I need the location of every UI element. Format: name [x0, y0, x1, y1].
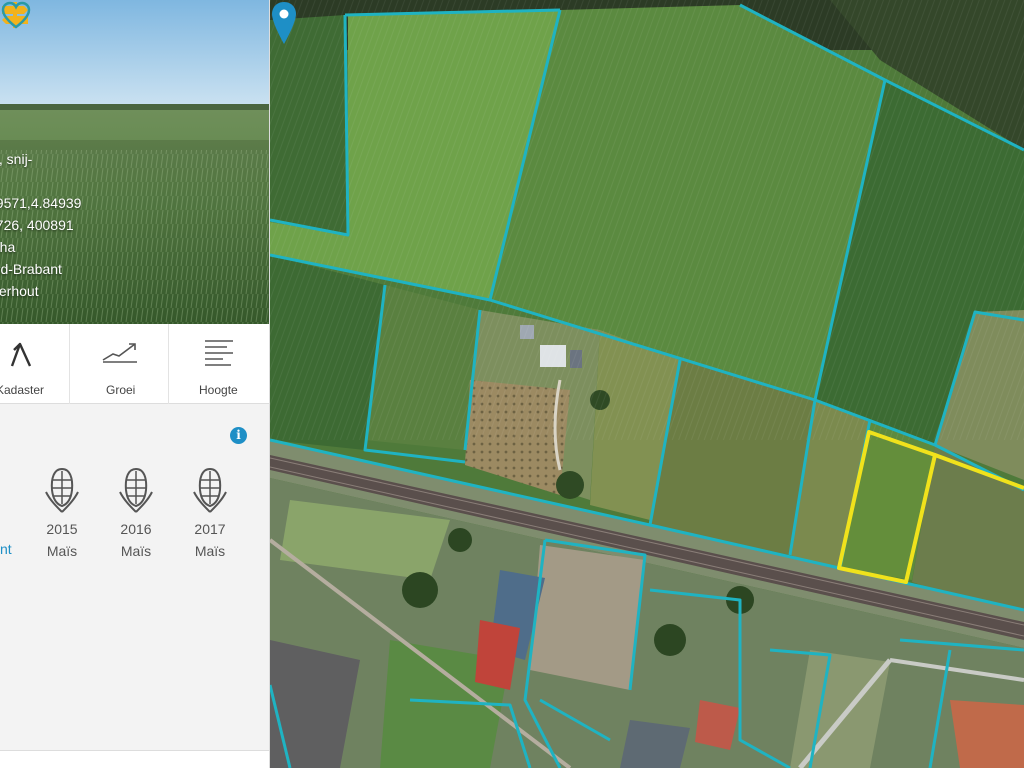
parcel-area: 0 ha: [0, 239, 16, 255]
tab-hoogte-label: Hoogte: [199, 383, 238, 397]
history-current-label[interactable]: nt: [0, 540, 12, 558]
info-icon[interactable]: i: [230, 427, 247, 444]
tab-kadaster[interactable]: Kadaster: [0, 324, 70, 404]
tab-groei[interactable]: Groei: [70, 324, 169, 404]
map-imagery: [270, 0, 1024, 768]
history-year-label: 2017: [194, 521, 226, 537]
growth-chart-icon: [102, 343, 137, 363]
parcel-info: ïs, snij- ïs 59571,4.84939 7726, 400891 …: [0, 148, 81, 302]
history-crop-label: Maïs: [194, 543, 226, 559]
gps-coordinates: 59571,4.84939: [0, 195, 82, 211]
corn-icon: [119, 467, 153, 513]
panel-bottom-bar: [0, 750, 269, 768]
history-crop-label: Maïs: [120, 543, 152, 559]
tab-kadaster-label: Kadaster: [0, 383, 45, 397]
panel-tabs: Kadaster Groei Hoogte: [0, 324, 269, 404]
map-pin-icon[interactable]: [270, 0, 298, 46]
satellite-map[interactable]: [270, 0, 1024, 768]
history-crop-label: Maïs: [46, 543, 78, 559]
province: ord-Brabant: [0, 261, 62, 277]
crop-photo: ïs, snij- ïs 59571,4.84939 7726, 400891 …: [0, 0, 269, 324]
history-year-2016[interactable]: 2016 Maïs: [106, 466, 166, 562]
crop-type-short: ïs: [0, 170, 81, 192]
crop-history: [0, 404, 269, 768]
history-year-2015[interactable]: 2015 Maïs: [32, 466, 92, 562]
heart-icon[interactable]: [0, 0, 32, 30]
height-lines-icon: [205, 340, 233, 366]
corn-icon: [193, 467, 227, 513]
app-root: ïs, snij- ïs 59571,4.84939 7726, 400891 …: [0, 0, 1024, 768]
history-year-label: 2016: [120, 521, 152, 537]
tab-hoogte[interactable]: Hoogte: [169, 324, 269, 404]
municipality: sterhout: [0, 283, 39, 299]
history-year-2017[interactable]: 2017 Maïs: [180, 466, 240, 562]
tab-groei-label: Groei: [106, 383, 136, 397]
crop-type: ïs, snij-: [0, 151, 33, 167]
history-year-label: 2015: [46, 521, 78, 537]
corn-icon: [45, 467, 79, 513]
parcel-side-panel: ïs, snij- ïs 59571,4.84939 7726, 400891 …: [0, 0, 270, 768]
kadaster-icon: [10, 342, 32, 367]
rd-coordinates: 7726, 400891: [0, 217, 74, 233]
